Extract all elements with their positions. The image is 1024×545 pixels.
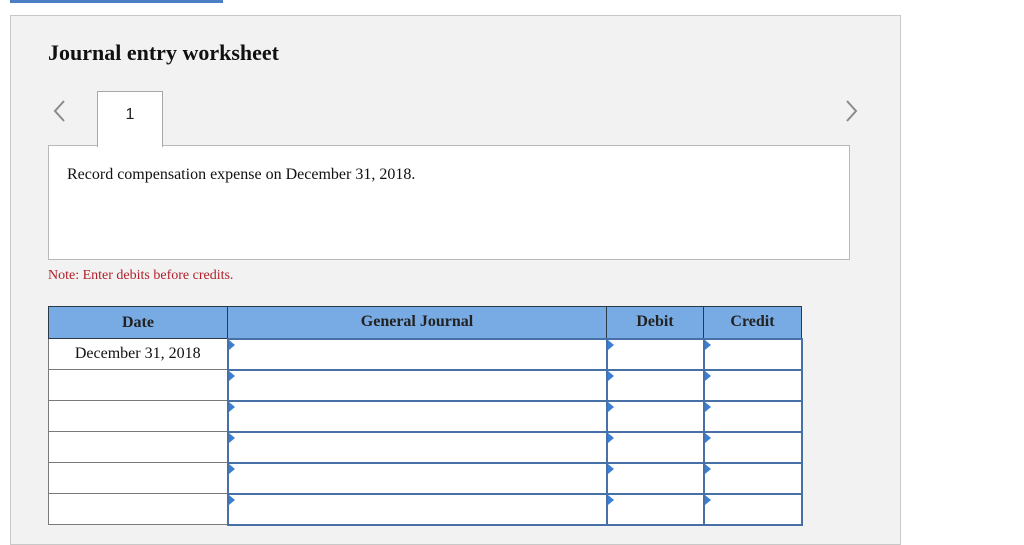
credit-input-cell [702, 430, 803, 464]
account-input[interactable] [228, 463, 606, 493]
account-input-cell [226, 430, 608, 464]
debit-input[interactable] [607, 401, 703, 431]
credit-input[interactable] [704, 339, 801, 369]
table-row: December 31, 2018 [48, 337, 803, 371]
header-date: Date [48, 306, 228, 339]
cell-marker-icon [607, 370, 614, 381]
credit-input[interactable] [704, 432, 801, 462]
next-step-button[interactable] [842, 98, 862, 124]
debit-input-cell [605, 337, 705, 371]
cell-marker-icon [607, 494, 614, 505]
account-input-cell [226, 399, 608, 433]
credit-input-cell [702, 368, 803, 402]
account-input-cell [226, 368, 608, 402]
date-cell [48, 400, 228, 432]
date-cell [48, 462, 228, 494]
credit-input[interactable] [704, 401, 801, 431]
table-row [48, 368, 803, 402]
debit-input-cell [605, 430, 705, 464]
date-cell [48, 369, 228, 401]
account-input[interactable] [228, 370, 606, 400]
prompt-box: Record compensation expense on December … [48, 145, 850, 260]
cell-marker-icon [228, 432, 235, 443]
debit-input-cell [605, 461, 705, 495]
cell-marker-icon [704, 463, 711, 474]
active-tab-indicator [10, 0, 223, 3]
table-header-row: Date General Journal Debit Credit [48, 306, 802, 339]
worksheet-title: Journal entry worksheet [48, 40, 279, 65]
table-row [48, 492, 803, 526]
debit-input[interactable] [607, 494, 703, 524]
header-debit: Debit [606, 306, 704, 339]
journal-table: Date General Journal Debit Credit Decemb… [48, 306, 803, 526]
credit-input-cell [702, 399, 803, 433]
credit-input-cell [702, 337, 803, 371]
debit-input[interactable] [607, 339, 703, 369]
date-cell [48, 493, 228, 525]
cell-marker-icon [607, 401, 614, 412]
debit-input-cell [605, 368, 705, 402]
credit-input-cell [702, 461, 803, 495]
cell-marker-icon [607, 339, 614, 350]
cell-marker-icon [228, 463, 235, 474]
table-row [48, 399, 803, 433]
account-input[interactable] [228, 401, 606, 431]
account-input-cell [226, 461, 608, 495]
account-input[interactable] [228, 432, 606, 462]
credit-input[interactable] [704, 494, 801, 524]
account-input-cell [226, 337, 608, 371]
cell-marker-icon [607, 432, 614, 443]
cell-marker-icon [704, 432, 711, 443]
date-cell [48, 431, 228, 463]
cell-marker-icon [704, 401, 711, 412]
chevron-left-icon [53, 100, 65, 122]
cell-marker-icon [704, 339, 711, 350]
cell-marker-icon [228, 339, 235, 350]
step-tab-1[interactable]: 1 [97, 91, 163, 147]
date-cell: December 31, 2018 [48, 338, 228, 370]
cell-marker-icon [607, 463, 614, 474]
header-general-journal: General Journal [227, 306, 607, 339]
table-row [48, 461, 803, 495]
chevron-right-icon [846, 100, 858, 122]
cell-marker-icon [704, 494, 711, 505]
account-input[interactable] [228, 339, 606, 369]
prompt-text: Record compensation expense on December … [67, 166, 416, 183]
table-row [48, 430, 803, 464]
debit-input[interactable] [607, 463, 703, 493]
debit-input[interactable] [607, 432, 703, 462]
cell-marker-icon [228, 370, 235, 381]
cell-marker-icon [704, 370, 711, 381]
credit-input-cell [702, 492, 803, 526]
header-credit: Credit [703, 306, 802, 339]
cell-marker-icon [228, 401, 235, 412]
debit-input[interactable] [607, 370, 703, 400]
account-input[interactable] [228, 494, 606, 524]
debit-input-cell [605, 492, 705, 526]
previous-step-button[interactable] [50, 98, 70, 124]
account-input-cell [226, 492, 608, 526]
cell-marker-icon [228, 494, 235, 505]
note-text: Note: Enter debits before credits. [48, 268, 234, 283]
debit-input-cell [605, 399, 705, 433]
credit-input[interactable] [704, 463, 801, 493]
credit-input[interactable] [704, 370, 801, 400]
